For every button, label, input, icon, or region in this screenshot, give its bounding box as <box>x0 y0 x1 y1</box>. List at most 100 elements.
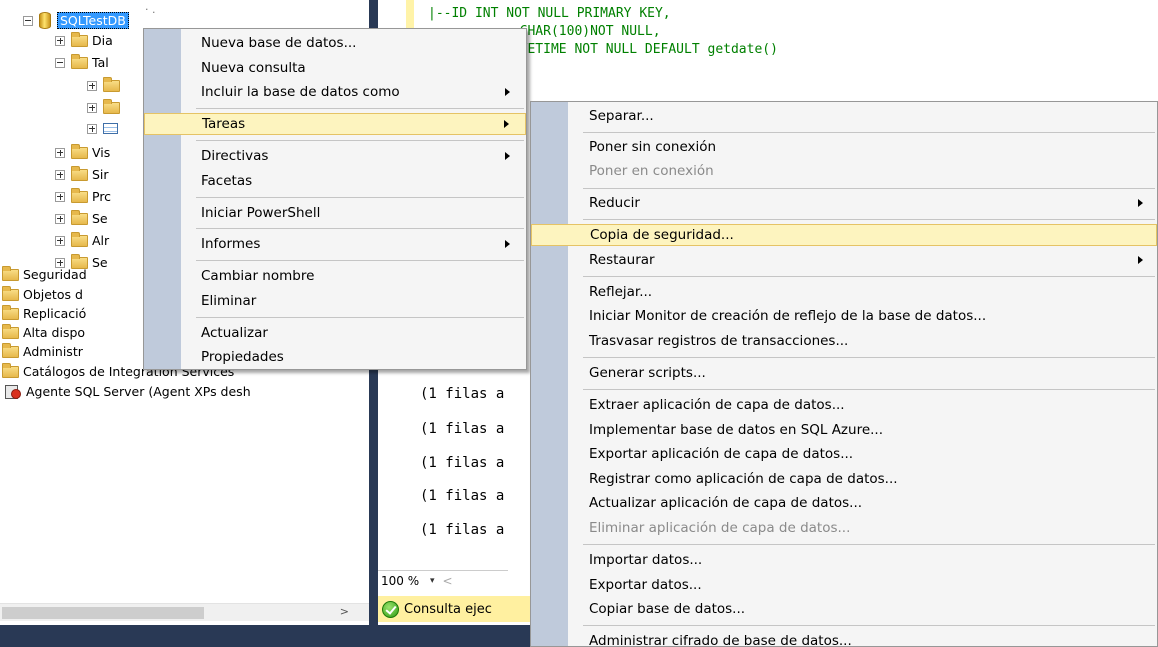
menu-item-directivas[interactable]: Directivas <box>144 145 526 167</box>
database-label[interactable]: SQLTestDB <box>57 12 129 29</box>
folder-icon <box>2 323 19 339</box>
code-line[interactable]: |--ID INT NOT NULL PRIMARY KEY, <box>428 6 671 21</box>
menu-item-exportar-datos[interactable]: Exportar datos... <box>531 574 1157 596</box>
menu-item-poner-en-conexion[interactable]: Poner en conexión <box>531 160 1157 182</box>
zoom-control[interactable]: 100 % ▾ < <box>378 570 508 590</box>
expand-icon[interactable] <box>55 147 65 158</box>
menu-item-incluir-la-base-de-datos-como[interactable]: Incluir la base de datos como <box>144 81 526 103</box>
tree-node-child[interactable]: Tal <box>55 53 109 72</box>
menu-item-tareas[interactable]: Tareas <box>144 113 526 135</box>
menu-item-nueva-consulta[interactable]: Nueva consulta <box>144 57 526 79</box>
tree-node-child[interactable]: Vis <box>55 143 110 162</box>
tree-node-server-folder[interactable]: Seguridad <box>2 265 87 284</box>
zoom-dropdown-icon[interactable]: ▾ <box>430 576 435 586</box>
menu-item-informes[interactable]: Informes <box>144 233 526 255</box>
scroll-right-arrow[interactable]: > <box>340 605 349 618</box>
menu-item-nueva-base-de-datos[interactable]: Nueva base de datos... <box>144 32 526 54</box>
folder-icon <box>2 362 19 378</box>
query-status-text: Consulta ejec <box>404 601 492 617</box>
query-status-bar: Consulta ejec <box>378 596 538 622</box>
menu-item-restaurar[interactable]: Restaurar <box>531 249 1157 271</box>
menu-item-reducir[interactable]: Reducir <box>531 192 1157 214</box>
tree-node-child[interactable]: Dia <box>55 31 113 50</box>
menu-item-copia-de-seguridad[interactable]: Copia de seguridad... <box>531 224 1157 246</box>
submenu-arrow-icon <box>1138 199 1143 207</box>
tree-item-truncated: · . <box>145 3 156 16</box>
expand-icon[interactable] <box>55 235 65 246</box>
menu-item-label: Eliminar aplicación de capa de datos... <box>589 520 851 536</box>
scrollbar-thumb[interactable] <box>2 607 204 619</box>
menu-item-cambiar-nombre[interactable]: Cambiar nombre <box>144 265 526 287</box>
menu-item-actualizar-aplicacion-de-capa-de-datos[interactable]: Actualizar aplicación de capa de datos..… <box>531 492 1157 514</box>
expand-icon[interactable] <box>55 35 65 46</box>
menu-item-iniciar-powershell[interactable]: Iniciar PowerShell <box>144 202 526 224</box>
menu-item-label: Generar scripts... <box>589 365 706 381</box>
menu-item-eliminar[interactable]: Eliminar <box>144 290 526 312</box>
menu-item-facetas[interactable]: Facetas <box>144 170 526 192</box>
menu-item-propiedades[interactable]: Propiedades <box>144 346 526 368</box>
menu-item-implementar-base-de-datos-en-sql-azure[interactable]: Implementar base de datos en SQL Azure..… <box>531 419 1157 441</box>
tree-node-child[interactable] <box>87 76 124 95</box>
tree-node-child[interactable]: Sir <box>55 165 109 184</box>
tree-node-server-folder[interactable]: Administr <box>2 342 83 361</box>
menu-item-copiar-base-de-datos[interactable]: Copiar base de datos... <box>531 598 1157 620</box>
menu-item-generar-scripts[interactable]: Generar scripts... <box>531 362 1157 384</box>
result-message: (1 filas a <box>420 455 505 471</box>
menu-item-poner-sin-conexion[interactable]: Poner sin conexión <box>531 136 1157 158</box>
menu-separator <box>196 140 524 141</box>
menu-item-iniciar-monitor-de-creacion-de-reflejo-de-la-base-de-datos[interactable]: Iniciar Monitor de creación de reflejo d… <box>531 305 1157 327</box>
menu-item-importar-datos[interactable]: Importar datos... <box>531 549 1157 571</box>
menu-item-label: Tareas <box>202 116 246 132</box>
menu-item-eliminar-aplicacion-de-capa-de-datos[interactable]: Eliminar aplicación de capa de datos... <box>531 517 1157 539</box>
tree-node-server-folder[interactable]: Alta dispo <box>2 323 85 342</box>
tree-node-sql-agent[interactable]: Agente SQL Server (Agent XPs desh <box>4 382 251 401</box>
menu-item-label: Reflejar... <box>589 284 653 300</box>
folder-icon <box>103 98 120 114</box>
menu-item-registrar-como-aplicacion-de-capa-de-datos[interactable]: Registrar como aplicación de capa de dat… <box>531 468 1157 490</box>
folder-icon <box>71 53 88 69</box>
menu-item-reflejar[interactable]: Reflejar... <box>531 281 1157 303</box>
collapse-icon[interactable] <box>23 15 33 26</box>
menu-separator <box>196 197 524 198</box>
menu-item-label: Implementar base de datos en SQL Azure..… <box>589 422 884 438</box>
expand-icon[interactable] <box>87 80 97 91</box>
menu-item-label: Copiar base de datos... <box>589 601 746 617</box>
zoom-value[interactable]: 100 % <box>378 574 430 588</box>
scroll-left-arrow[interactable]: < <box>443 574 453 588</box>
tree-node-database[interactable]: SQLTestDB <box>23 11 129 30</box>
menu-item-exportar-aplicacion-de-capa-de-datos[interactable]: Exportar aplicación de capa de datos... <box>531 443 1157 465</box>
menu-separator <box>583 188 1155 189</box>
menu-item-actualizar[interactable]: Actualizar <box>144 322 526 344</box>
menu-item-extraer-aplicacion-de-capa-de-datos[interactable]: Extraer aplicación de capa de datos... <box>531 394 1157 416</box>
menu-item-administrar-cifrado-de-base-de-datos[interactable]: Administrar cifrado de base de datos... <box>531 630 1157 647</box>
tree-node-label: Administr <box>23 344 83 359</box>
tree-node-child[interactable] <box>87 98 124 117</box>
tree-node-child[interactable]: Prc <box>55 187 111 206</box>
folder-icon <box>71 209 88 225</box>
tree-node-child[interactable] <box>87 119 122 138</box>
tree-node-label: Alta dispo <box>23 325 86 340</box>
menu-item-label: Exportar datos... <box>589 577 702 593</box>
success-check-icon <box>382 600 399 618</box>
expand-icon[interactable] <box>55 169 65 180</box>
expand-icon[interactable] <box>55 213 65 224</box>
expand-icon[interactable] <box>87 102 97 113</box>
menu-item-trasvasar-registros-de-transacciones[interactable]: Trasvasar registros de transacciones... <box>531 330 1157 352</box>
folder-icon <box>71 143 88 159</box>
tree-node-label: Seguridad <box>23 267 87 282</box>
code-line[interactable]: TETIME NOT NULL DEFAULT getdate() <box>504 42 778 57</box>
result-message: (1 filas a <box>420 488 505 504</box>
tree-node-server-folder[interactable]: Replicació <box>2 304 86 323</box>
menu-item-label: Extraer aplicación de capa de datos... <box>589 397 845 413</box>
menu-item-separar[interactable]: Separar... <box>531 105 1157 127</box>
expand-icon[interactable] <box>55 191 65 202</box>
menu-item-label: Iniciar PowerShell <box>201 205 321 221</box>
code-line[interactable]: CHAR(100)NOT NULL, <box>504 24 661 39</box>
folder-icon <box>71 31 88 47</box>
expand-icon[interactable] <box>87 123 97 134</box>
tree-node-child[interactable]: Alr <box>55 231 109 250</box>
tree-node-child[interactable]: Se <box>55 209 108 228</box>
tree-node-server-folder[interactable]: Objetos d <box>2 285 83 304</box>
collapse-icon[interactable] <box>55 57 65 68</box>
horizontal-scrollbar[interactable]: > <box>0 603 369 621</box>
